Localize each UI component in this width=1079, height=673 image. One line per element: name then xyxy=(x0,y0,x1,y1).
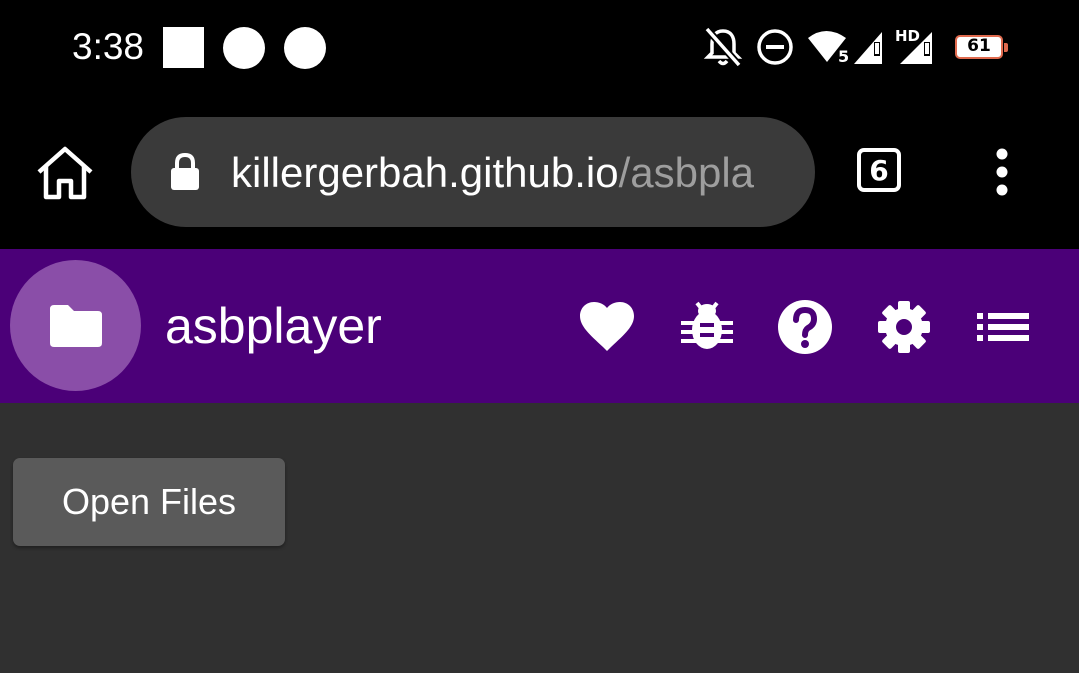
browser-toolbar: killergerbah.github.io/asbpla 6 xyxy=(0,95,1079,249)
tab-count: 6 xyxy=(869,153,889,187)
notification-square-icon xyxy=(163,27,204,68)
help-icon[interactable] xyxy=(777,299,833,355)
url-text[interactable]: killergerbah.github.io/asbpla xyxy=(231,147,796,199)
battery-icon: 61 xyxy=(955,35,1008,59)
open-files-button[interactable]: Open Files xyxy=(13,458,285,546)
more-options-icon[interactable] xyxy=(988,148,1016,196)
tab-switcher-button[interactable]: 6 xyxy=(857,148,901,192)
app-bar: asbplayer xyxy=(0,249,1079,403)
folder-icon xyxy=(50,305,102,347)
url-bar[interactable]: killergerbah.github.io/asbpla xyxy=(131,117,815,227)
bug-icon[interactable] xyxy=(679,299,735,355)
status-time: 3:38 xyxy=(72,26,145,67)
url-path: /asbpla xyxy=(618,149,755,196)
app-title: asbplayer xyxy=(165,298,382,354)
status-bar: 3:38 5 HD 61 xyxy=(0,0,1079,95)
lock-icon[interactable] xyxy=(169,152,201,192)
open-folder-button[interactable] xyxy=(10,260,141,391)
open-files-label: Open Files xyxy=(61,481,237,522)
playlist-icon[interactable] xyxy=(975,299,1031,355)
notification-dot-icon xyxy=(284,27,326,69)
bell-off-icon xyxy=(703,26,743,68)
battery-level: 61 xyxy=(967,36,991,56)
signal-icon xyxy=(854,32,882,64)
settings-icon[interactable] xyxy=(876,299,932,355)
url-host: killergerbah.github.io xyxy=(231,149,619,196)
home-icon[interactable] xyxy=(34,145,96,201)
heart-icon[interactable] xyxy=(579,299,635,355)
wifi-badge: 5 xyxy=(838,47,850,66)
do-not-disturb-icon xyxy=(757,29,793,65)
signal-hd-icon xyxy=(900,32,932,64)
notification-dot-icon xyxy=(223,27,265,69)
